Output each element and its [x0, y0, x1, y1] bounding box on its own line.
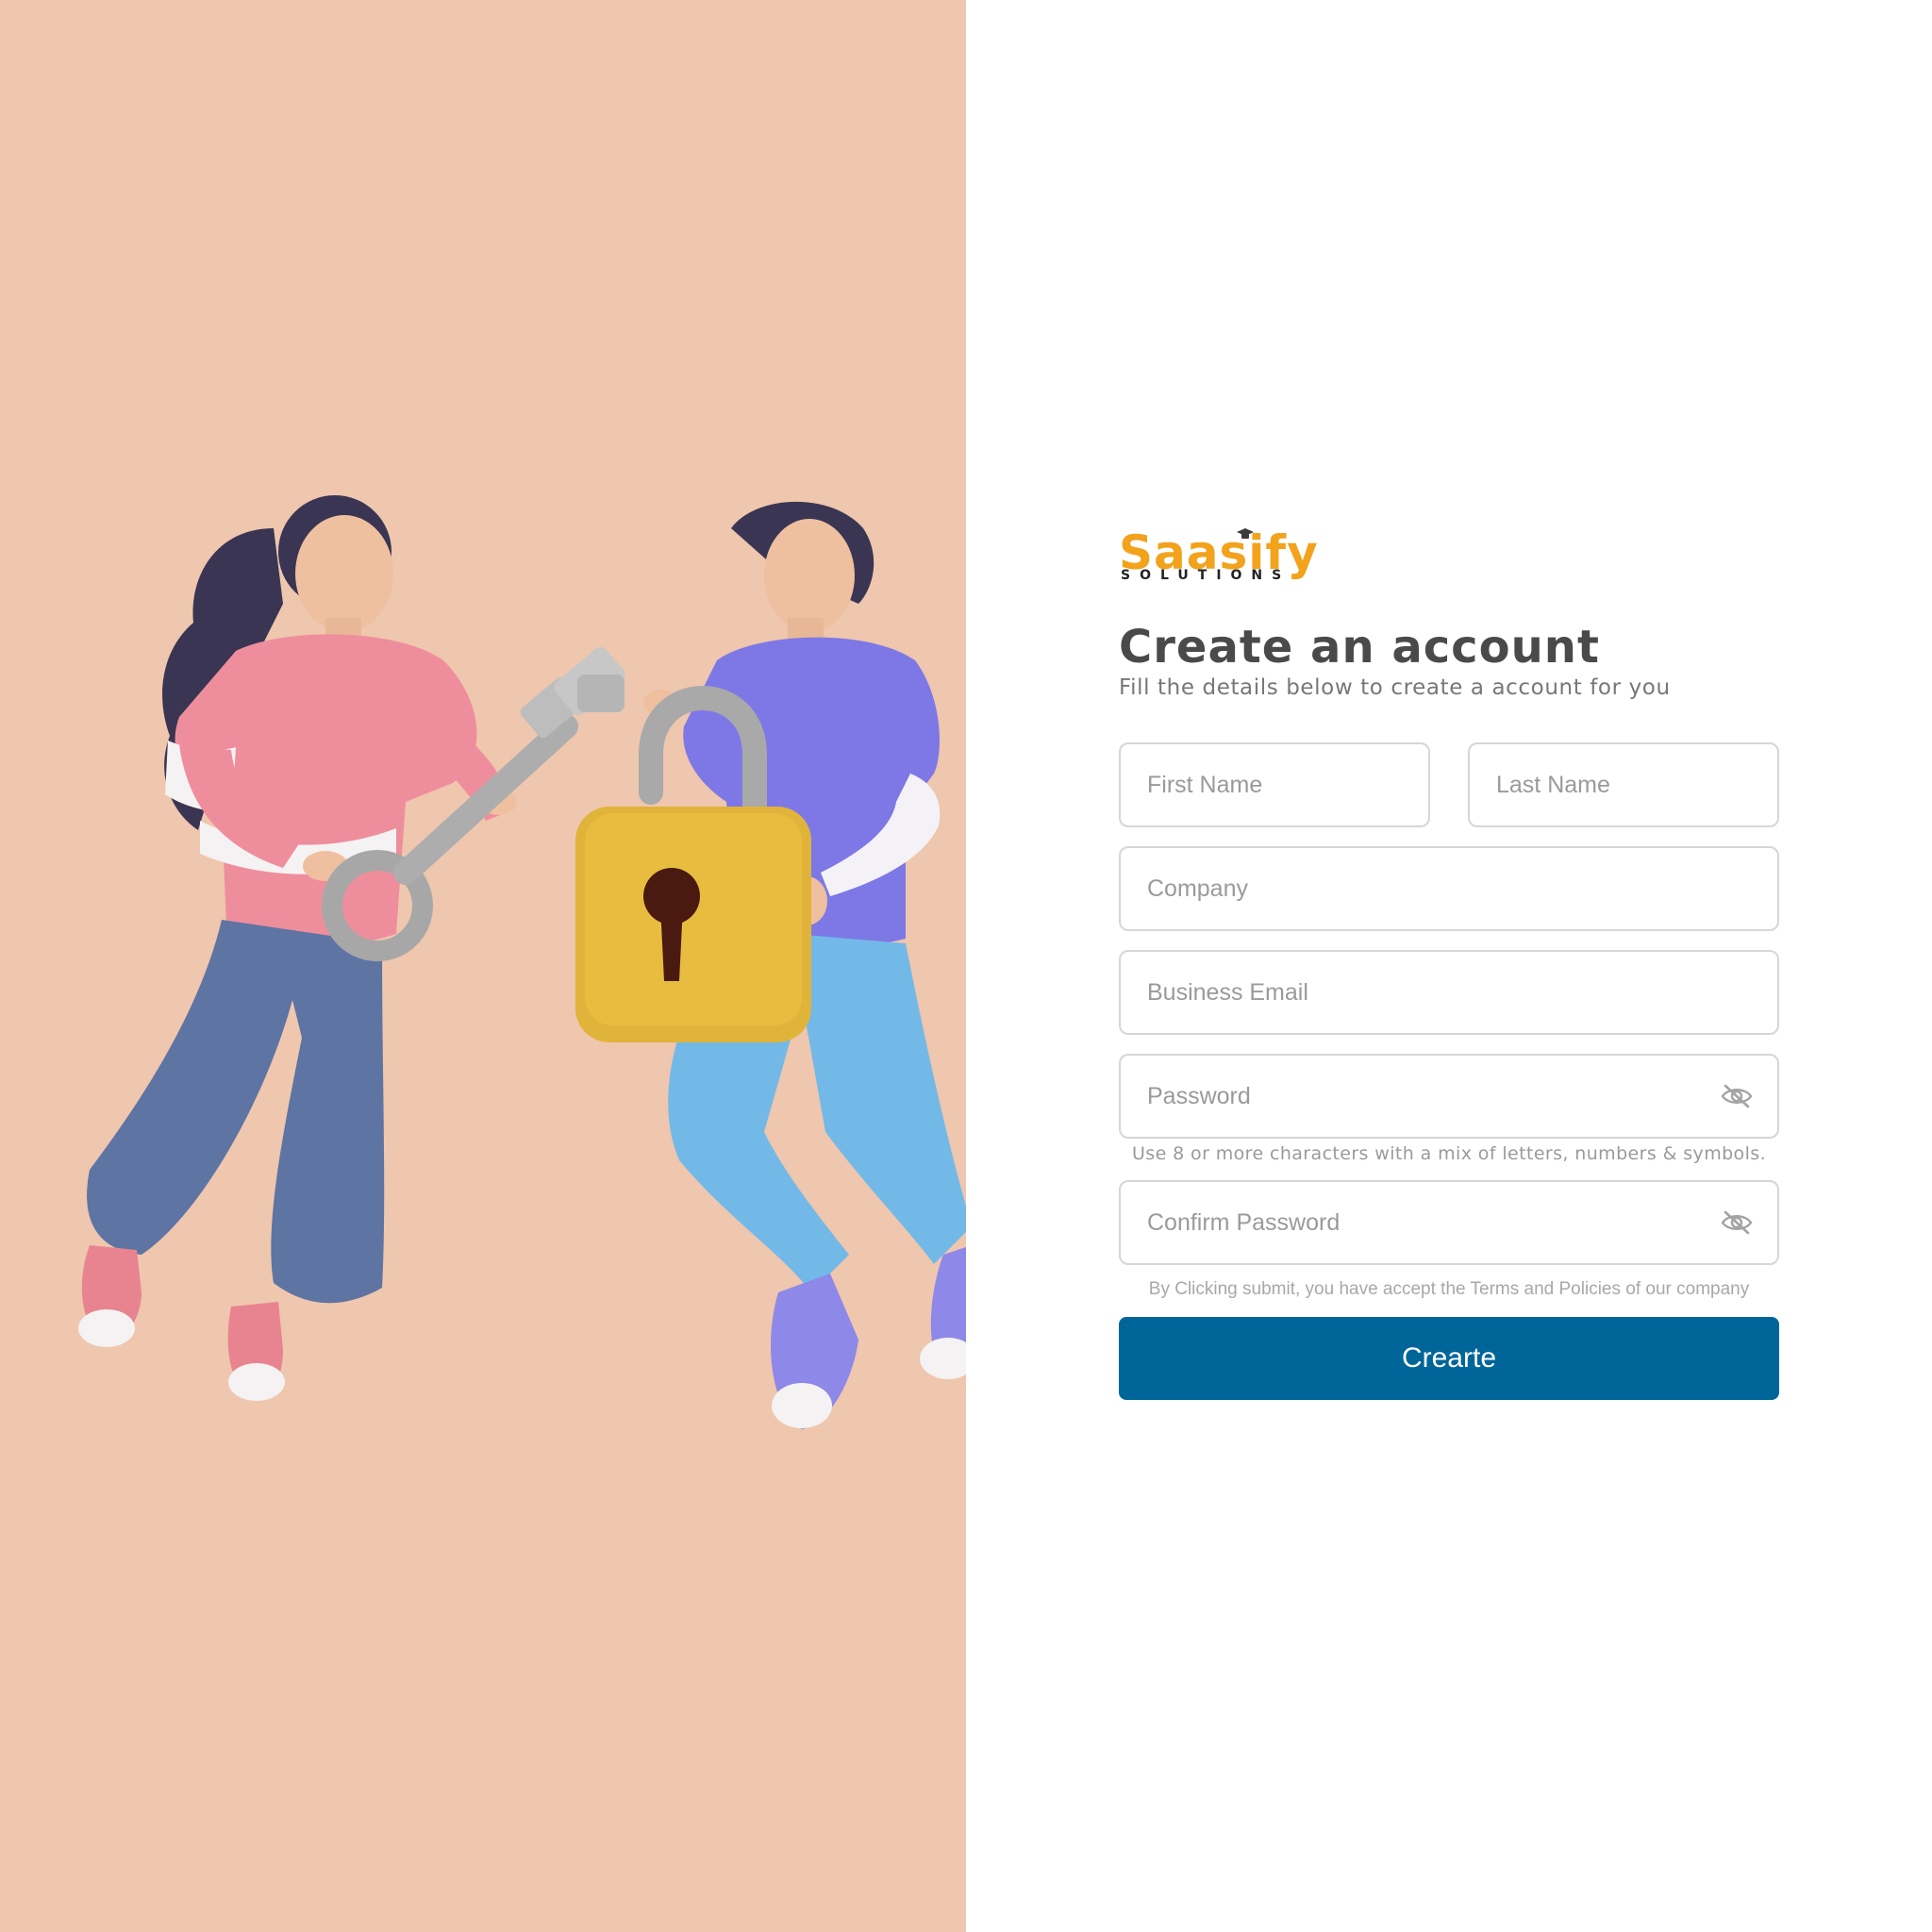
terms-notice: By Clicking submit, you have accept the … — [1148, 1279, 1750, 1299]
eye-off-icon[interactable] — [1721, 1084, 1753, 1108]
company-field — [1119, 846, 1779, 931]
cap-icon — [1237, 528, 1254, 539]
people-with-key-and-padlock-illustration — [78, 495, 966, 1429]
create-account-button[interactable]: Crearte — [1119, 1317, 1779, 1400]
business-email-input[interactable] — [1147, 952, 1719, 1033]
page-title: Create an account — [1119, 621, 1600, 674]
password-field — [1119, 1054, 1779, 1139]
last-name-input[interactable] — [1496, 744, 1719, 825]
business-email-field — [1119, 950, 1779, 1035]
confirm-password-field — [1119, 1180, 1779, 1265]
first-name-input[interactable] — [1147, 744, 1370, 825]
page-subtitle: Fill the details below to create a accou… — [1119, 675, 1671, 700]
password-hint: Use 8 or more characters with a mix of l… — [1131, 1143, 1767, 1164]
company-input[interactable] — [1147, 848, 1719, 929]
confirm-password-input[interactable] — [1147, 1182, 1719, 1263]
first-name-field — [1119, 742, 1430, 827]
brand-tagline: SOLUTIONS — [1121, 568, 1291, 583]
last-name-field — [1468, 742, 1779, 827]
eye-off-icon[interactable] — [1721, 1210, 1753, 1235]
brand-logo: Saasify SOLUTIONS — [1119, 528, 1318, 585]
password-input[interactable] — [1147, 1056, 1719, 1137]
woman-figure — [78, 495, 517, 1401]
illustration-panel — [0, 0, 966, 1932]
